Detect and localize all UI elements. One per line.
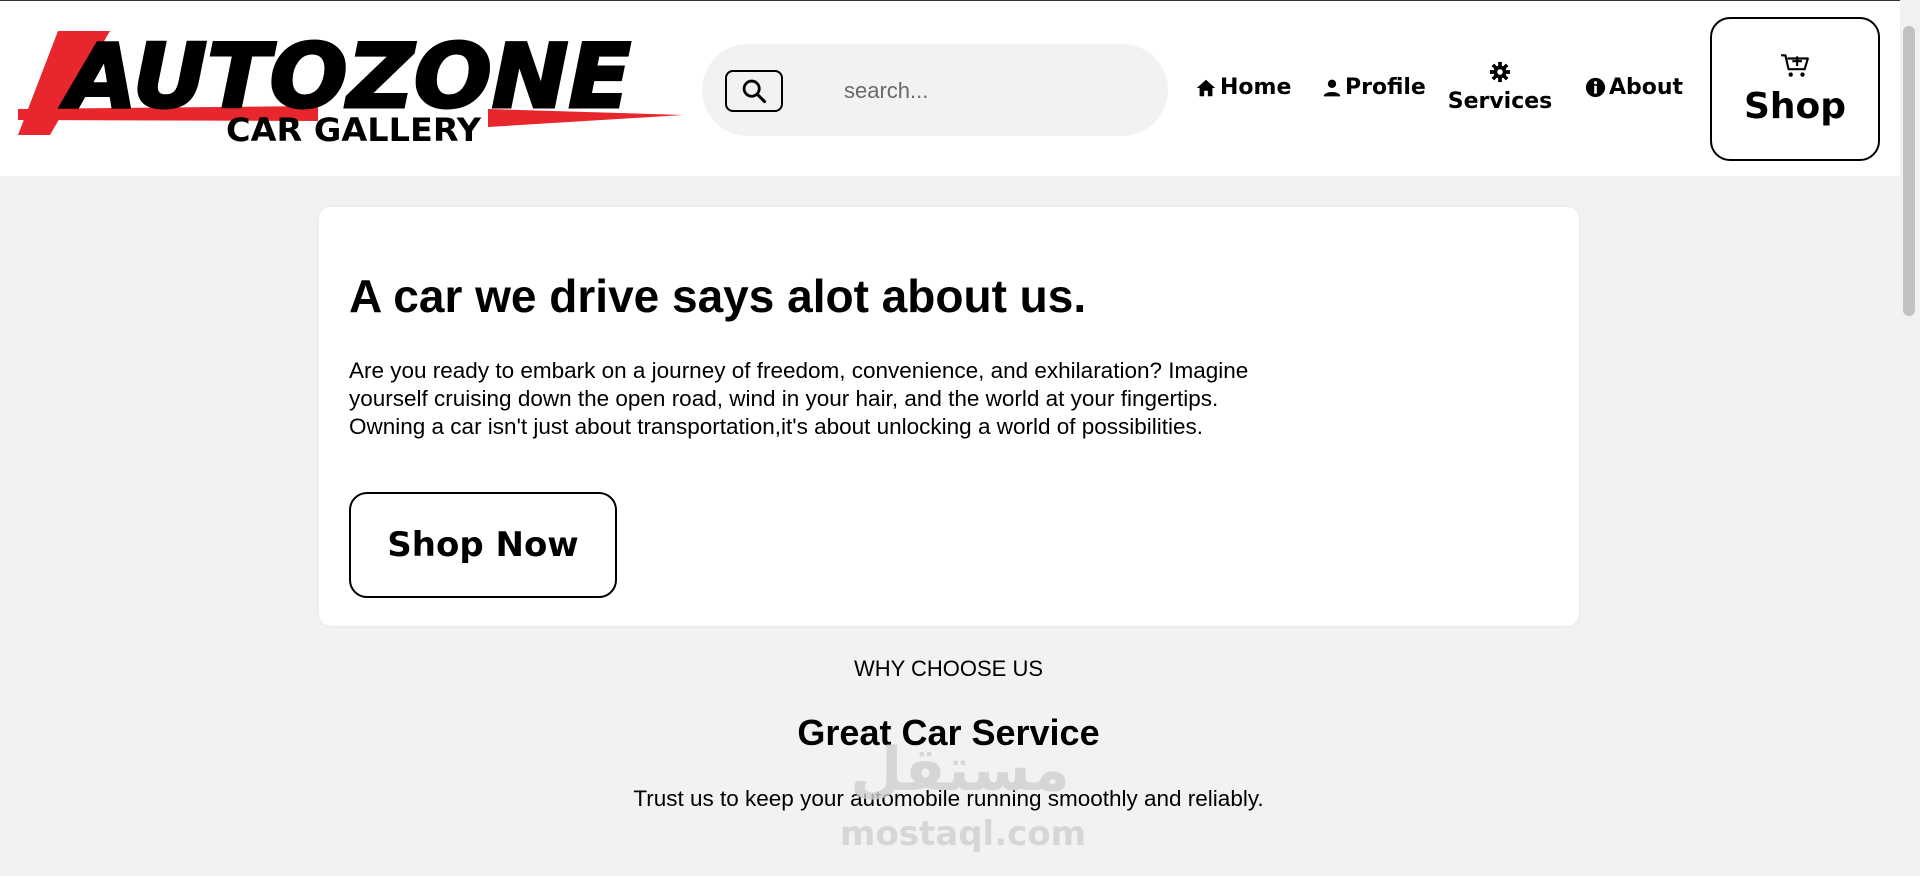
shop-button[interactable]: Shop: [1710, 17, 1880, 161]
vertical-scrollbar-thumb[interactable]: [1903, 26, 1915, 316]
user-icon: [1323, 79, 1341, 96]
search-button[interactable]: [725, 70, 783, 112]
cart-plus-icon: [1781, 53, 1809, 77]
nav-about[interactable]: About: [1585, 75, 1683, 100]
watermark-latin: mostaql.com: [840, 814, 1087, 854]
why-choose-us-kicker: WHY CHOOSE US: [853, 656, 1044, 681]
nav-services[interactable]: Services: [1445, 61, 1555, 114]
hero-description: Are you ready to embark on a journey of …: [349, 358, 1249, 439]
nav-profile[interactable]: Profile: [1322, 75, 1426, 100]
search-bar: [702, 44, 1168, 136]
nav-home-label: Home: [1220, 75, 1292, 100]
nav-about-label: About: [1609, 75, 1684, 100]
shop-label: Shop: [1743, 85, 1847, 127]
info-icon: [1585, 77, 1606, 98]
search-icon: [742, 79, 767, 104]
service-description: Trust us to keep your automobile running…: [633, 786, 1264, 811]
gear-icon: [1489, 61, 1511, 83]
nav-home[interactable]: Home: [1195, 75, 1291, 100]
shop-now-button[interactable]: Shop Now: [349, 492, 617, 598]
hero-title: A car we drive says alot about us.: [349, 270, 1087, 322]
service-title: Great Car Service: [797, 712, 1100, 753]
autozone-logo[interactable]: AUTOZONE CAR GALLERY: [18, 23, 683, 148]
home-icon: [1196, 79, 1216, 96]
nav-profile-label: Profile: [1345, 75, 1426, 100]
hero-card: A car we drive says alot about us. Are y…: [319, 207, 1579, 626]
logo-subtitle: CAR GALLERY: [226, 111, 482, 148]
search-input[interactable]: [842, 72, 1146, 110]
nav-services-label: Services: [1447, 89, 1553, 114]
site-header: AUTOZONE CAR GALLERY Home Profile: [0, 1, 1900, 176]
